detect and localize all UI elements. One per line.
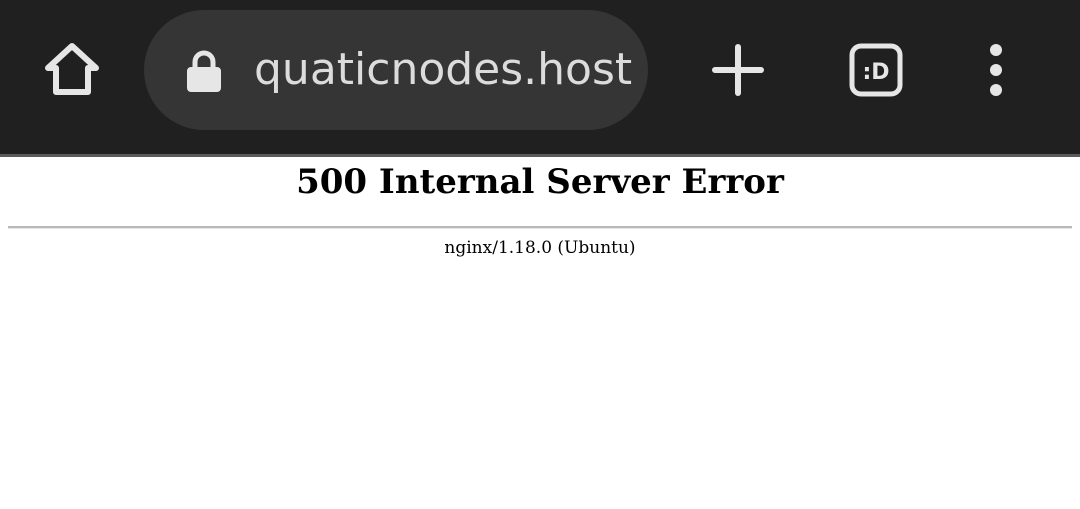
new-tab-button[interactable] (698, 30, 778, 110)
kebab-menu-icon (990, 44, 1002, 96)
web-page-content: 500 Internal Server Error nginx/1.18.0 (… (0, 157, 1080, 509)
error-title: 500 Internal Server Error (296, 162, 784, 202)
browser-toolbar: quaticnodes.host :D (0, 0, 1080, 154)
lock-icon (187, 50, 221, 92)
url-text: quaticnodes.host (254, 44, 633, 95)
overflow-menu-button[interactable] (956, 30, 1036, 110)
home-icon (45, 43, 99, 95)
server-info: nginx/1.18.0 (Ubuntu) (444, 238, 636, 258)
tab-switcher-button[interactable]: :D (836, 30, 916, 110)
tab-switcher-label: :D (862, 60, 889, 85)
horizontal-rule (8, 226, 1072, 229)
address-bar[interactable]: quaticnodes.host (144, 10, 648, 130)
tab-switcher-icon: :D (849, 43, 903, 97)
plus-icon (712, 44, 764, 96)
home-button[interactable] (32, 30, 112, 110)
